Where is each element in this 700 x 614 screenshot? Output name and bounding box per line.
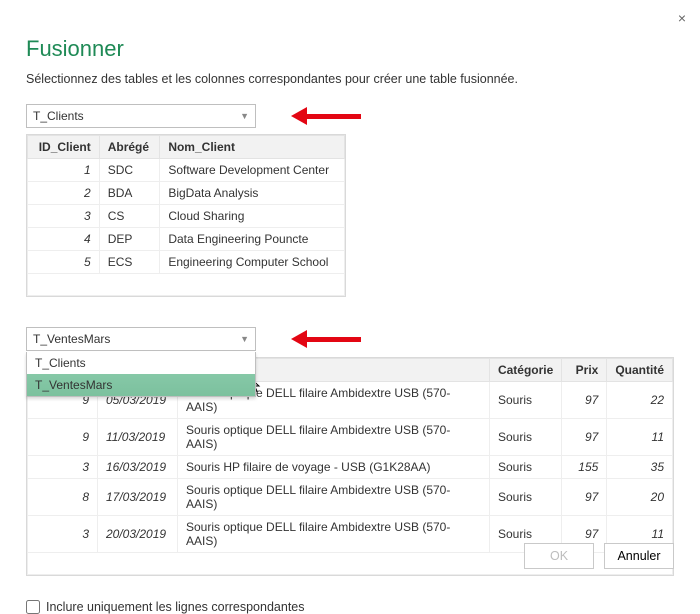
matching-rows-checkbox[interactable] [26,600,40,614]
table-row[interactable]: 3 CS Cloud Sharing [28,205,345,228]
table2-select-list[interactable]: T_Clients T_VentesMars [26,352,256,397]
cell: 16/03/2019 [98,456,178,479]
chevron-down-icon: ▼ [240,334,249,344]
cell: 155 [562,456,607,479]
cell: 35 [607,456,673,479]
dropdown-option[interactable]: T_VentesMars [27,374,255,396]
ok-button[interactable]: OK [524,543,594,569]
cell: Souris optique DELL filaire Ambidextre U… [178,419,490,456]
cell: 11 [607,419,673,456]
cell: Souris [489,456,561,479]
table-row[interactable]: 8 17/03/2019 Souris optique DELL filaire… [28,479,673,516]
close-icon[interactable]: × [678,10,686,26]
cell-abrege: ECS [99,251,160,274]
annotation-arrow [291,330,361,348]
cell: 20/03/2019 [98,516,178,553]
cell: Souris HP filaire de voyage - USB (G1K28… [178,456,490,479]
chevron-down-icon: ▼ [240,111,249,121]
cell-abrege: SDC [99,159,160,182]
table1: ID_Client Abrégé Nom_Client 1 SDC Softwa… [26,134,346,297]
cell-id: 4 [28,228,100,251]
cell: 17/03/2019 [98,479,178,516]
cell: 97 [562,382,607,419]
cell: 3 [28,456,98,479]
cell-id: 1 [28,159,100,182]
cell: Souris optique DELL filaire Ambidextre U… [178,516,490,553]
table2-header: Prix [562,359,607,382]
cell-nom: BigData Analysis [160,182,345,205]
cell: 8 [28,479,98,516]
matching-rows-label: Inclure uniquement les lignes correspond… [46,600,305,614]
cell: 97 [562,419,607,456]
cell: 97 [562,479,607,516]
cell-nom: Engineering Computer School [160,251,345,274]
dropdown-option[interactable]: T_Clients [27,352,255,374]
cell: 20 [607,479,673,516]
cancel-button[interactable]: Annuler [604,543,674,569]
table2-header: Catégorie [489,359,561,382]
table-row[interactable]: 3 16/03/2019 Souris HP filaire de voyage… [28,456,673,479]
table2-select-value: T_VentesMars [33,332,110,346]
cell-id: 2 [28,182,100,205]
table2-header: Quantité [607,359,673,382]
table-row[interactable]: 1 SDC Software Development Center [28,159,345,182]
cell: Souris [489,479,561,516]
table-row[interactable]: 9 11/03/2019 Souris optique DELL filaire… [28,419,673,456]
table-row[interactable]: 2 BDA BigData Analysis [28,182,345,205]
cell: 3 [28,516,98,553]
cell: Souris optique DELL filaire Ambidextre U… [178,479,490,516]
table1-header: Nom_Client [160,136,345,159]
cell: Souris [489,419,561,456]
cell-nom: Data Engineering Pouncte [160,228,345,251]
table-row[interactable]: 4 DEP Data Engineering Pouncte [28,228,345,251]
cell-id: 3 [28,205,100,228]
table-row[interactable]: 5 ECS Engineering Computer School [28,251,345,274]
dialog-subtitle: Sélectionnez des tables et les colonnes … [26,72,674,86]
cell: 9 [28,419,98,456]
table1-select[interactable]: T_Clients ▼ [26,104,256,128]
cell: 22 [607,382,673,419]
table1-header: Abrégé [99,136,160,159]
annotation-arrow [291,107,361,125]
cell-abrege: BDA [99,182,160,205]
cell-nom: Software Development Center [160,159,345,182]
matching-rows-checkbox-row: Inclure uniquement les lignes correspond… [26,600,674,614]
table2-select[interactable]: T_VentesMars ▼ T_Clients T_VentesMars [26,327,256,351]
cell-abrege: DEP [99,228,160,251]
dialog-title: Fusionner [26,36,674,62]
cell: 11/03/2019 [98,419,178,456]
cell: Souris [489,382,561,419]
cell-id: 5 [28,251,100,274]
cell-nom: Cloud Sharing [160,205,345,228]
cell-abrege: CS [99,205,160,228]
table1-select-value: T_Clients [33,109,84,123]
table1-header: ID_Client [28,136,100,159]
